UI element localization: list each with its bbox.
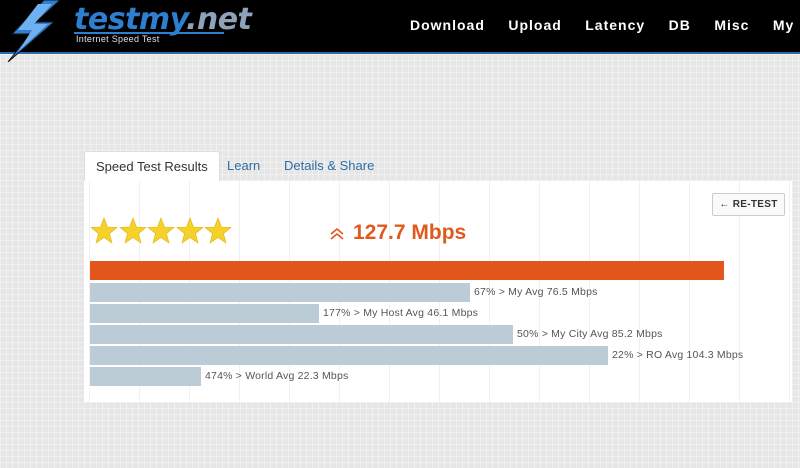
retest-button[interactable]: ← RE-TEST [712,193,785,216]
comparison-label: 50% > My City Avg 85.2 Mbps [517,328,663,340]
comparison-label: 67% > My Avg 76.5 Mbps [474,286,598,298]
lightning-bolt-icon[interactable] [4,0,66,62]
star-icon [175,217,204,244]
nav-latency[interactable]: Latency [585,17,645,33]
comparison-label: 474% > World Avg 22.3 Mbps [205,370,349,382]
nav-misc[interactable]: Misc [714,17,749,33]
comparison-label: 177% > My Host Avg 46.1 Mbps [323,307,479,319]
tab-details-share[interactable]: Details & Share [273,151,385,182]
speed-result: 127.7 Mbps [353,221,467,244]
site-header: testmy.net Internet Speed Test Download … [0,0,800,62]
results-panel: ← RE-TEST 127.7 Mbps 67% > My Avg 76.5 M… [84,181,792,402]
double-chevron-up-icon [330,227,344,240]
tab-learn[interactable]: Learn [216,151,271,182]
comparison-bar [90,283,470,302]
comparison-label: 22% > RO Avg 104.3 Mbps [612,349,744,361]
nav-my-results[interactable]: My Res [773,17,800,33]
nav-upload[interactable]: Upload [508,17,561,33]
star-icon [118,217,147,244]
star-icon [90,217,118,244]
speed-result-bar [90,261,724,280]
comparison-bar [90,367,201,386]
tab-speed-test-results[interactable]: Speed Test Results [84,151,220,182]
logo-tagline: Internet Speed Test [76,34,160,44]
nav-db[interactable]: DB [669,17,691,33]
main-nav: Download Upload Latency DB Misc My Res [410,17,800,35]
comparison-bar [90,325,513,344]
star-icon [204,217,232,244]
nav-download[interactable]: Download [410,17,485,33]
comparison-bar [90,346,608,365]
star-icon [147,217,175,244]
comparison-bar [90,304,319,323]
